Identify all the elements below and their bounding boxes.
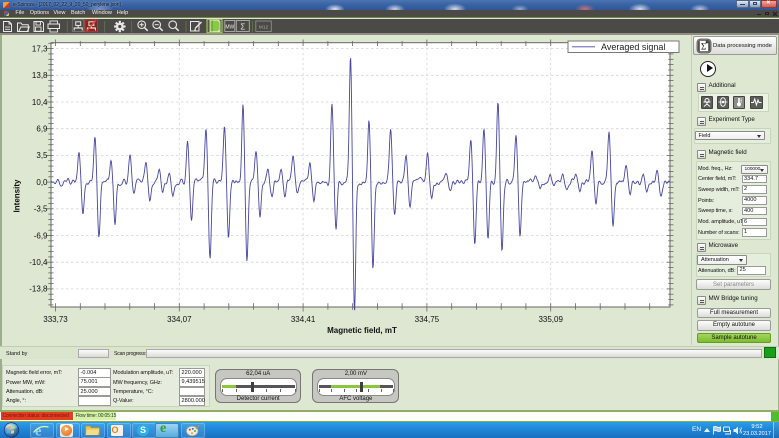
svg-text:334,75: 334,75 (415, 315, 440, 324)
svg-text:Magnetic field, mT: Magnetic field, mT (327, 326, 397, 335)
svg-text:Intensity: Intensity (13, 179, 22, 212)
svg-text:e: e (35, 423, 42, 438)
svg-text:334,41: 334,41 (291, 315, 316, 324)
svg-text:Averaged signal: Averaged signal (601, 42, 665, 52)
svg-text:-13,8: -13,8 (29, 285, 48, 294)
svg-text:-6,9: -6,9 (34, 231, 48, 240)
svg-text:-10,4: -10,4 (29, 258, 48, 267)
svg-text:3,5: 3,5 (36, 151, 48, 160)
svg-text:17,3: 17,3 (32, 44, 48, 53)
svg-text:0,0: 0,0 (36, 178, 48, 187)
svg-text:13,8: 13,8 (32, 71, 48, 80)
svg-text:-3,5: -3,5 (34, 205, 48, 214)
svg-text:335,09: 335,09 (538, 315, 563, 324)
svg-text:6,9: 6,9 (36, 125, 48, 134)
svg-text:333,73: 333,73 (43, 315, 68, 324)
svg-text:Σ: Σ (700, 41, 705, 51)
svg-text:10,4: 10,4 (32, 98, 48, 107)
svg-text:334,07: 334,07 (167, 315, 192, 324)
